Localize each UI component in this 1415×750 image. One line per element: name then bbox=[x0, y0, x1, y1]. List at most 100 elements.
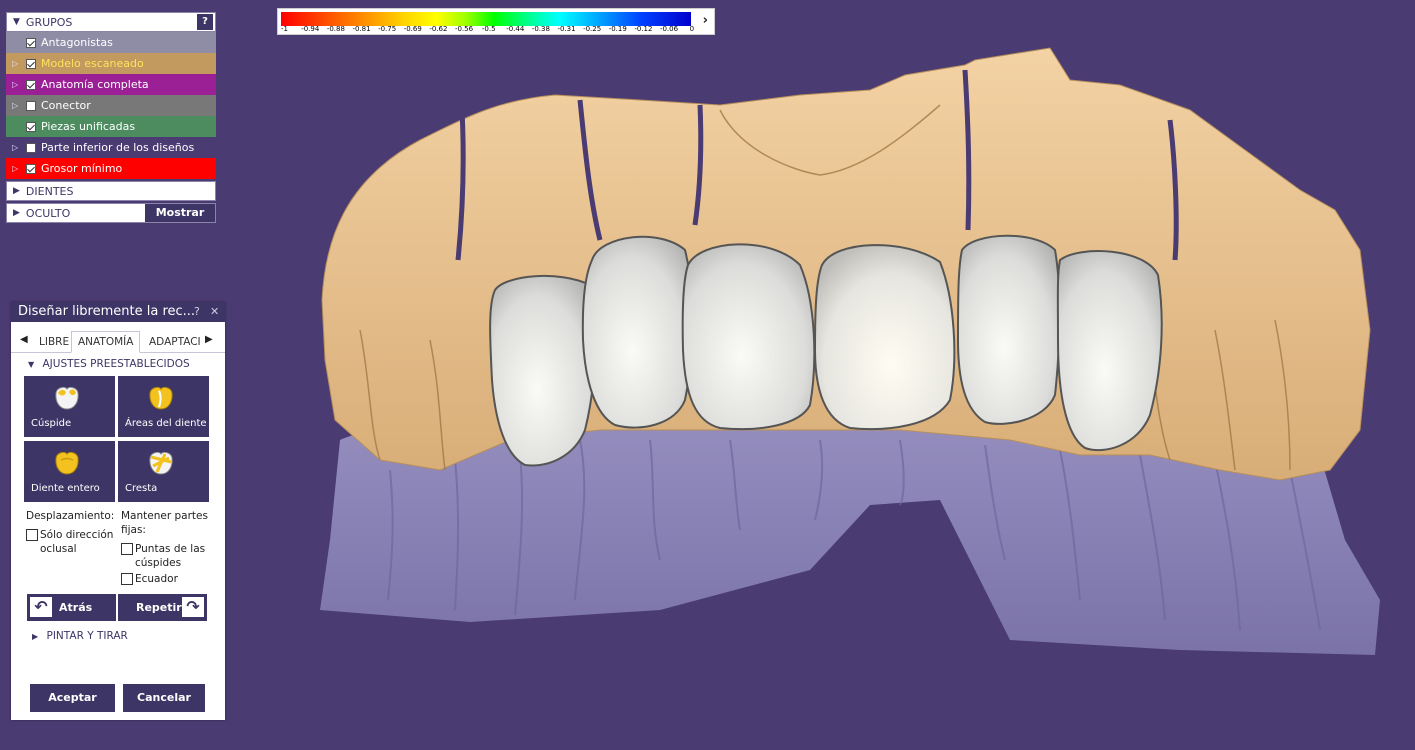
group-visibility-checkbox[interactable] bbox=[26, 79, 36, 90]
crown-tooth-12 bbox=[581, 235, 694, 429]
cusp-tips-checkbox[interactable] bbox=[121, 543, 133, 555]
group-label: Piezas unificadas bbox=[41, 120, 136, 133]
expand-arrow-icon[interactable]: ▷ bbox=[12, 143, 26, 152]
group-visibility-checkbox[interactable] bbox=[26, 163, 36, 174]
occlusal-only-label: Sólo dirección oclusal bbox=[40, 529, 114, 555]
crown-tooth-22 bbox=[956, 234, 1061, 425]
scale-tick-label: -0.75 bbox=[378, 25, 397, 33]
scale-tick-label: -0.62 bbox=[429, 25, 448, 33]
group-row[interactable]: ▷Piezas unificadas bbox=[6, 116, 216, 137]
hidden-section-header[interactable]: ▶ OCULTO Mostrar bbox=[6, 203, 216, 223]
cusp-tooth-icon bbox=[55, 386, 79, 410]
scale-tick-label: -0.12 bbox=[634, 25, 653, 33]
scale-tick-label: -0.25 bbox=[583, 25, 602, 33]
undo-arrow-icon: ↶ bbox=[30, 597, 52, 617]
crown-tooth-13 bbox=[489, 275, 597, 467]
preset-label: Cúspide bbox=[31, 418, 72, 429]
groups-title: GRUPOS bbox=[25, 15, 73, 29]
expand-arrow-icon[interactable]: ▷ bbox=[12, 101, 26, 110]
group-label: Parte inferior de los diseños bbox=[41, 141, 195, 154]
ridge-tooth-icon bbox=[149, 451, 173, 475]
group-row[interactable]: ▷ Conector bbox=[6, 95, 216, 116]
tab-adaptacion[interactable]: ADAPTACIÓ bbox=[149, 332, 201, 352]
group-visibility-checkbox[interactable] bbox=[26, 58, 36, 69]
tab-strip: ◀ LIBRE ANATOMÍA ADAPTACIÓ ▶ bbox=[11, 330, 225, 353]
group-list: ▷Antagonistas▷Modelo escaneado▷Anatomía … bbox=[6, 32, 216, 179]
keep-parts-label: Mantener partes fijas: bbox=[121, 510, 208, 536]
group-visibility-checkbox[interactable] bbox=[26, 100, 36, 111]
group-row[interactable]: ▷Antagonistas bbox=[6, 32, 216, 53]
cancel-button[interactable]: Cancelar bbox=[123, 684, 205, 712]
paint-pull-label: PINTAR Y TIRAR bbox=[46, 630, 128, 642]
group-visibility-checkbox[interactable] bbox=[26, 142, 36, 153]
scale-tick-label: -0.81 bbox=[352, 25, 371, 33]
scale-tick-label: -0.38 bbox=[531, 25, 550, 33]
expand-arrow-icon[interactable]: ▷ bbox=[12, 80, 26, 89]
group-label: Conector bbox=[41, 99, 91, 112]
displacement-label: Desplazamiento: bbox=[26, 510, 115, 522]
redo-button[interactable]: Repetir ↷ bbox=[118, 594, 207, 621]
group-label: Grosor mínimo bbox=[41, 162, 123, 175]
equator-option[interactable]: Ecuador bbox=[121, 572, 213, 586]
preset-label: Cresta bbox=[125, 483, 158, 494]
groups-panel: ▼ GRUPOS ? ▷Antagonistas▷Modelo escanead… bbox=[6, 12, 216, 223]
show-button[interactable]: Mostrar bbox=[145, 204, 215, 222]
preset-cuspide[interactable]: Cúspide bbox=[24, 376, 115, 437]
preset-diente-entero[interactable]: Diente entero bbox=[24, 441, 115, 502]
color-scale-ticks: -1 -0.94 -0.88 -0.81 -0.75 -0.69 -0.62 -0.56 -0.… bbox=[281, 25, 701, 35]
tab-scroll-right-icon[interactable]: ▶ bbox=[205, 334, 213, 345]
chevron-down-icon: ▼ bbox=[28, 360, 35, 369]
scale-tick-label: -1 bbox=[281, 25, 288, 33]
scale-tick-label: -0.44 bbox=[506, 25, 525, 33]
group-row[interactable]: ▷ Anatomía completa bbox=[6, 74, 216, 95]
preset-areas-del-diente[interactable]: Áreas del diente bbox=[118, 376, 209, 437]
group-visibility-checkbox[interactable] bbox=[26, 37, 36, 48]
crown-tooth-23 bbox=[1056, 250, 1163, 452]
undo-button[interactable]: ↶ Atrás bbox=[27, 594, 116, 621]
chevron-right-icon: ▶ bbox=[32, 632, 39, 641]
group-row[interactable]: ▷ Grosor mínimo bbox=[6, 158, 216, 179]
groups-header[interactable]: ▼ GRUPOS ? bbox=[6, 12, 216, 32]
teeth-section-label: DIENTES bbox=[25, 184, 74, 198]
presets-section-header[interactable]: ▼ AJUSTES PREESTABLECIDOS bbox=[11, 358, 225, 374]
tab-anatomia[interactable]: ANATOMÍA bbox=[71, 331, 141, 353]
crown-tooth-21 bbox=[813, 244, 956, 431]
occlusal-only-option[interactable]: Sólo dirección oclusal bbox=[26, 528, 118, 556]
preset-label: Áreas del diente bbox=[125, 418, 207, 429]
group-visibility-checkbox[interactable] bbox=[26, 121, 36, 132]
chevron-right-icon[interactable]: › bbox=[703, 13, 708, 28]
tooth-areas-icon bbox=[149, 386, 173, 410]
scale-tick-label: -0.56 bbox=[454, 25, 474, 33]
design-freely-dialog: Diseñar libremente la rec... ? ✕ ◀ LIBRE… bbox=[11, 302, 225, 720]
group-row[interactable]: ▷ Modelo escaneado bbox=[6, 53, 216, 74]
occlusal-only-checkbox[interactable] bbox=[26, 529, 38, 541]
help-button[interactable]: ? bbox=[197, 14, 213, 30]
cusp-tips-option[interactable]: Puntas de las cúspides bbox=[121, 542, 213, 570]
accept-button[interactable]: Aceptar bbox=[30, 684, 115, 712]
group-label: Antagonistas bbox=[41, 36, 113, 49]
group-row[interactable]: ▷ Parte inferior de los diseños bbox=[6, 137, 216, 158]
crown-tooth-11 bbox=[681, 243, 816, 431]
chevron-right-icon: ▶ bbox=[13, 186, 20, 196]
preset-cresta[interactable]: Cresta bbox=[118, 441, 209, 502]
preset-label: Diente entero bbox=[31, 483, 100, 494]
equator-checkbox[interactable] bbox=[121, 573, 133, 585]
tab-libre[interactable]: LIBRE bbox=[39, 332, 69, 352]
scale-tick-label: -0.5 bbox=[481, 25, 496, 33]
scale-tick-label: -0.31 bbox=[557, 25, 576, 33]
tab-scroll-left-icon[interactable]: ◀ bbox=[20, 334, 28, 345]
expand-arrow-icon[interactable]: ▷ bbox=[12, 164, 26, 173]
close-icon[interactable]: ✕ bbox=[210, 302, 219, 322]
expand-arrow-icon[interactable]: ▷ bbox=[12, 59, 26, 68]
dialog-titlebar[interactable]: Diseñar libremente la rec... ? ✕ bbox=[11, 302, 225, 322]
teeth-section-header[interactable]: ▶ DIENTES bbox=[6, 181, 216, 201]
hidden-section-label: OCULTO bbox=[25, 206, 71, 220]
whole-tooth-icon bbox=[55, 451, 79, 475]
undo-button-label: Atrás bbox=[59, 601, 93, 614]
scale-tick-label: -0.88 bbox=[326, 25, 345, 33]
scale-tick-label: -0.94 bbox=[301, 25, 320, 33]
paint-pull-section-header[interactable]: ▶ PINTAR Y TIRAR bbox=[15, 630, 128, 646]
help-icon[interactable]: ? bbox=[194, 302, 200, 322]
equator-label: Ecuador bbox=[135, 573, 178, 585]
group-label: Anatomía completa bbox=[41, 78, 149, 91]
